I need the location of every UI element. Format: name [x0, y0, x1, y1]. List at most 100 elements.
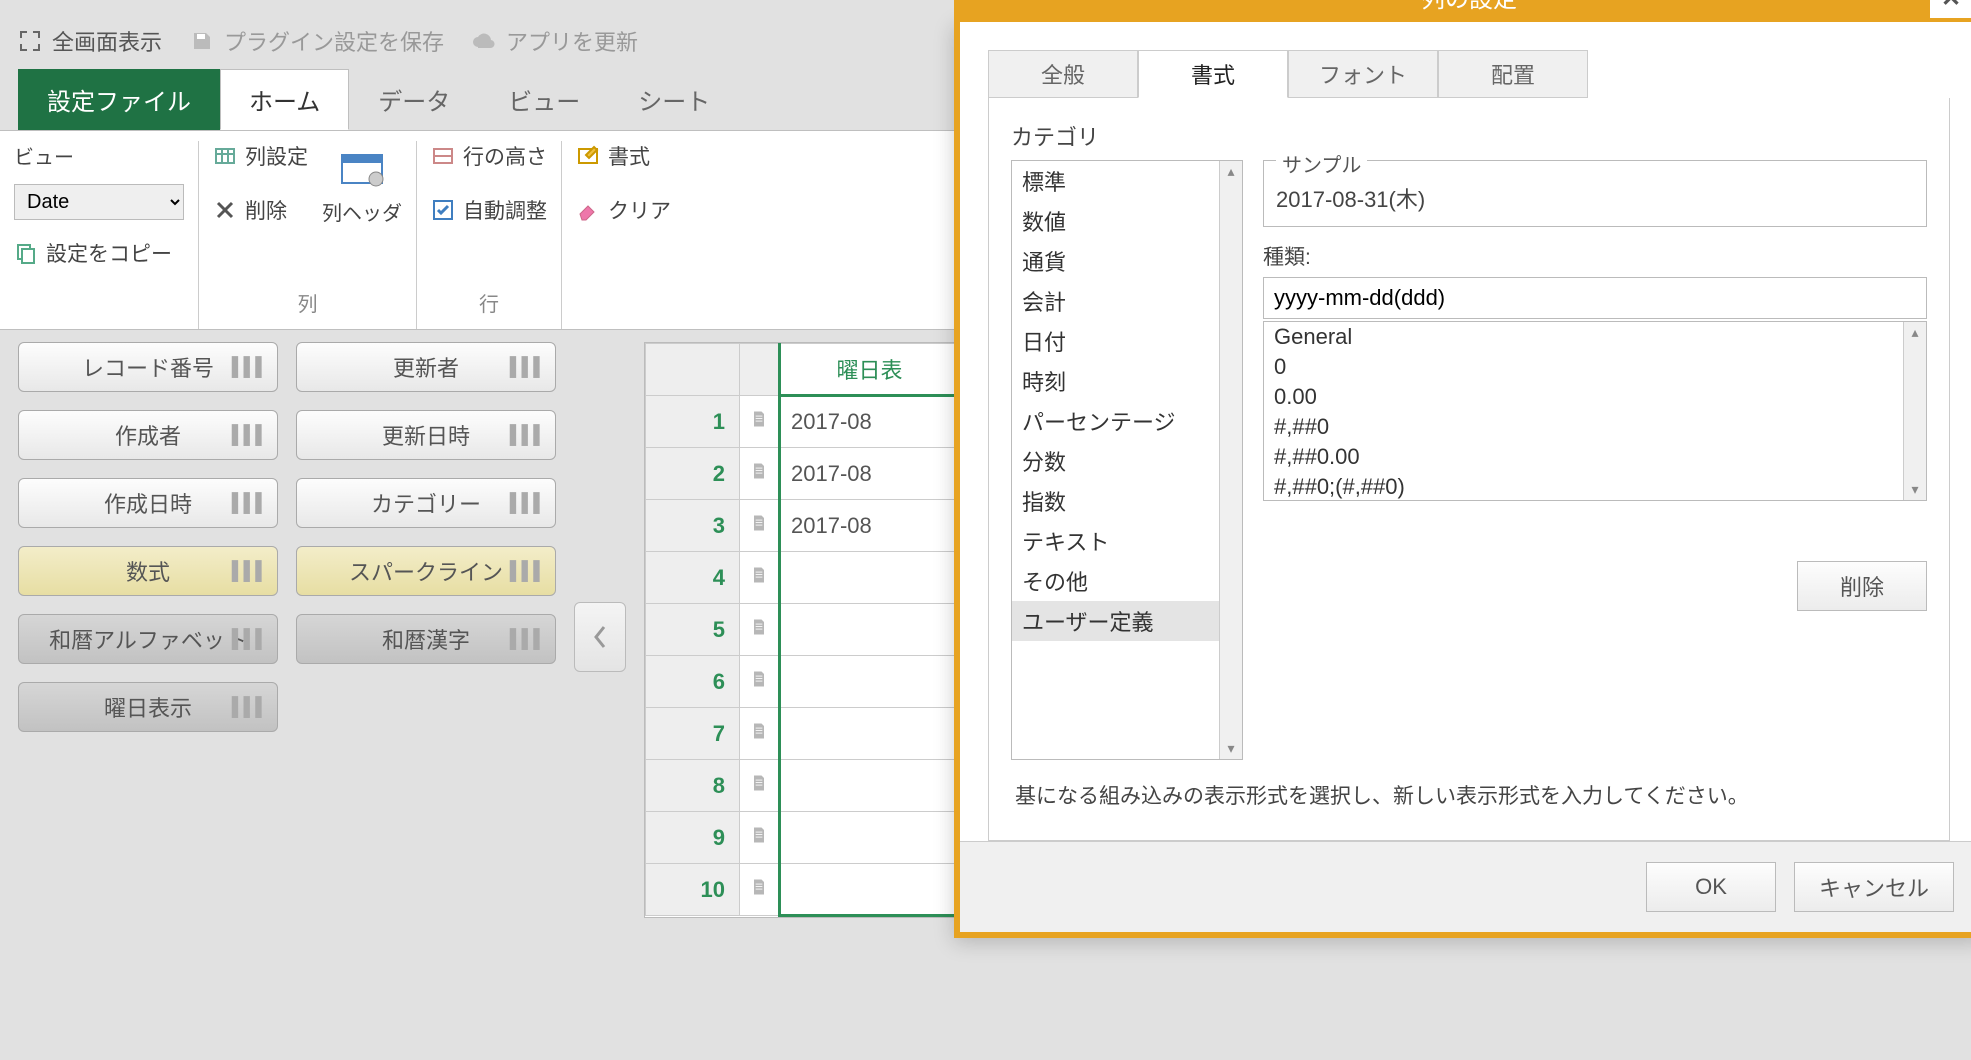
category-label: カテゴリ: [1011, 120, 1927, 152]
row-header[interactable]: 7: [646, 708, 740, 760]
dialog-tab-font[interactable]: フォント: [1288, 50, 1438, 98]
row-header[interactable]: 5: [646, 604, 740, 656]
field-pill[interactable]: 作成日時▌▌▌: [18, 478, 278, 528]
data-cell[interactable]: 2017-08: [780, 396, 960, 448]
data-cell[interactable]: [780, 864, 960, 916]
document-icon: [749, 721, 769, 741]
format-button[interactable]: 書式: [576, 141, 650, 171]
format-code-input[interactable]: [1263, 277, 1927, 319]
data-cell[interactable]: [780, 760, 960, 812]
field-pill[interactable]: 数式▌▌▌: [18, 546, 278, 596]
scroll-up-icon[interactable]: ▴: [1907, 324, 1923, 341]
format-item[interactable]: #,##0;(#,##0): [1264, 472, 1926, 501]
data-cell[interactable]: [780, 552, 960, 604]
drag-grip-icon: ▌▌▌: [232, 493, 267, 514]
row-header[interactable]: 1: [646, 396, 740, 448]
row-header[interactable]: 8: [646, 760, 740, 812]
category-item[interactable]: パーセンテージ: [1012, 401, 1242, 441]
copy-settings[interactable]: 設定をコピー: [14, 238, 172, 268]
format-listbox[interactable]: ▴ ▾ General00.00#,##0#,##0.00#,##0;(#,##…: [1263, 321, 1927, 501]
field-pill[interactable]: 更新者▌▌▌: [296, 342, 556, 392]
format-item[interactable]: General: [1264, 322, 1926, 352]
row-icon-cell: [740, 656, 780, 708]
view-select[interactable]: Date: [14, 184, 184, 220]
drag-grip-icon: ▌▌▌: [510, 561, 545, 582]
field-pill[interactable]: 和暦アルファベット▌▌▌: [18, 614, 278, 664]
ok-button[interactable]: OK: [1646, 862, 1776, 912]
dialog-tab-align[interactable]: 配置: [1438, 50, 1588, 98]
checkbox-checked-icon: [431, 198, 455, 222]
ribbon-group-view-label: [14, 288, 184, 321]
field-pill[interactable]: 更新日時▌▌▌: [296, 410, 556, 460]
column-header[interactable]: 曜日表: [780, 344, 960, 396]
dialog-title: 列の設定: [1421, 0, 1517, 14]
row-header[interactable]: 2: [646, 448, 740, 500]
update-app[interactable]: アプリを更新: [472, 25, 638, 57]
tab-home[interactable]: ホーム: [220, 69, 349, 130]
data-cell[interactable]: [780, 604, 960, 656]
tab-view[interactable]: ビュー: [479, 69, 609, 130]
ribbon-group-column: 列設定 削除 列ヘッダ 列: [199, 141, 417, 329]
ribbon-group-row-label: 行: [431, 282, 547, 321]
category-item[interactable]: ユーザー定義: [1012, 601, 1242, 641]
ribbon-group-view: ビュー Date 設定をコピー: [0, 141, 199, 329]
data-cell[interactable]: [780, 812, 960, 864]
row-header[interactable]: 9: [646, 812, 740, 864]
category-item[interactable]: 通貨: [1012, 241, 1242, 281]
auto-adjust[interactable]: 自動調整: [431, 195, 547, 225]
category-item[interactable]: 時刻: [1012, 361, 1242, 401]
spreadsheet[interactable]: 曜日表 1 2017-08 2 2017-08 3 2017-08 45678910: [644, 342, 962, 918]
category-item[interactable]: 数値: [1012, 201, 1242, 241]
data-cell[interactable]: [780, 708, 960, 760]
data-cell[interactable]: 2017-08: [780, 500, 960, 552]
fullscreen-toggle[interactable]: 全画面表示: [18, 25, 162, 57]
scroll-down-icon[interactable]: ▾: [1223, 740, 1239, 757]
category-item[interactable]: 標準: [1012, 161, 1242, 201]
category-item[interactable]: 日付: [1012, 321, 1242, 361]
row-header[interactable]: 6: [646, 656, 740, 708]
data-cell[interactable]: [780, 656, 960, 708]
category-item[interactable]: 分数: [1012, 441, 1242, 481]
scroll-down-icon[interactable]: ▾: [1907, 481, 1923, 498]
update-app-label: アプリを更新: [506, 25, 638, 57]
chevron-left-icon: [590, 623, 610, 651]
document-icon: [749, 669, 769, 689]
tab-file[interactable]: 設定ファイル: [18, 69, 220, 130]
save-plugin-settings[interactable]: プラグイン設定を保存: [190, 25, 444, 57]
column-header-button[interactable]: 列ヘッダ: [322, 141, 402, 226]
category-item[interactable]: その他: [1012, 561, 1242, 601]
field-pill[interactable]: スパークライン▌▌▌: [296, 546, 556, 596]
cancel-button[interactable]: キャンセル: [1794, 862, 1954, 912]
category-item[interactable]: 会計: [1012, 281, 1242, 321]
format-item[interactable]: #,##0.00: [1264, 442, 1926, 472]
tab-data[interactable]: データ: [349, 69, 479, 130]
field-pill[interactable]: カテゴリー▌▌▌: [296, 478, 556, 528]
prev-page-button[interactable]: [574, 602, 626, 672]
clear-button[interactable]: クリア: [576, 195, 671, 225]
format-item[interactable]: 0.00: [1264, 382, 1926, 412]
delete-column[interactable]: 削除: [213, 195, 287, 225]
row-header[interactable]: 4: [646, 552, 740, 604]
scroll-up-icon[interactable]: ▴: [1223, 163, 1239, 180]
row-header[interactable]: 3: [646, 500, 740, 552]
format-item[interactable]: 0: [1264, 352, 1926, 382]
data-cell[interactable]: 2017-08: [780, 448, 960, 500]
column-settings[interactable]: 列設定: [213, 141, 308, 171]
dialog-tab-format[interactable]: 書式: [1138, 50, 1288, 98]
dialog-tab-general[interactable]: 全般: [988, 50, 1138, 98]
row-header[interactable]: 10: [646, 864, 740, 916]
field-pill[interactable]: 曜日表示▌▌▌: [18, 682, 278, 732]
document-icon: [749, 877, 769, 897]
delete-format-button[interactable]: 削除: [1797, 561, 1927, 611]
format-item[interactable]: #,##0: [1264, 412, 1926, 442]
category-item[interactable]: 指数: [1012, 481, 1242, 521]
category-item[interactable]: テキスト: [1012, 521, 1242, 561]
tab-sheet[interactable]: シート: [609, 69, 739, 130]
field-pill[interactable]: 和暦漢字▌▌▌: [296, 614, 556, 664]
category-listbox[interactable]: ▴ ▾ 標準数値通貨会計日付時刻パーセンテージ分数指数テキストその他ユーザー定義: [1011, 160, 1243, 760]
dialog-close-button[interactable]: ✕: [1930, 0, 1971, 18]
field-pill[interactable]: レコード番号▌▌▌: [18, 342, 278, 392]
field-pill[interactable]: 作成者▌▌▌: [18, 410, 278, 460]
row-height[interactable]: 行の高さ: [431, 141, 547, 171]
drag-grip-icon: ▌▌▌: [510, 493, 545, 514]
